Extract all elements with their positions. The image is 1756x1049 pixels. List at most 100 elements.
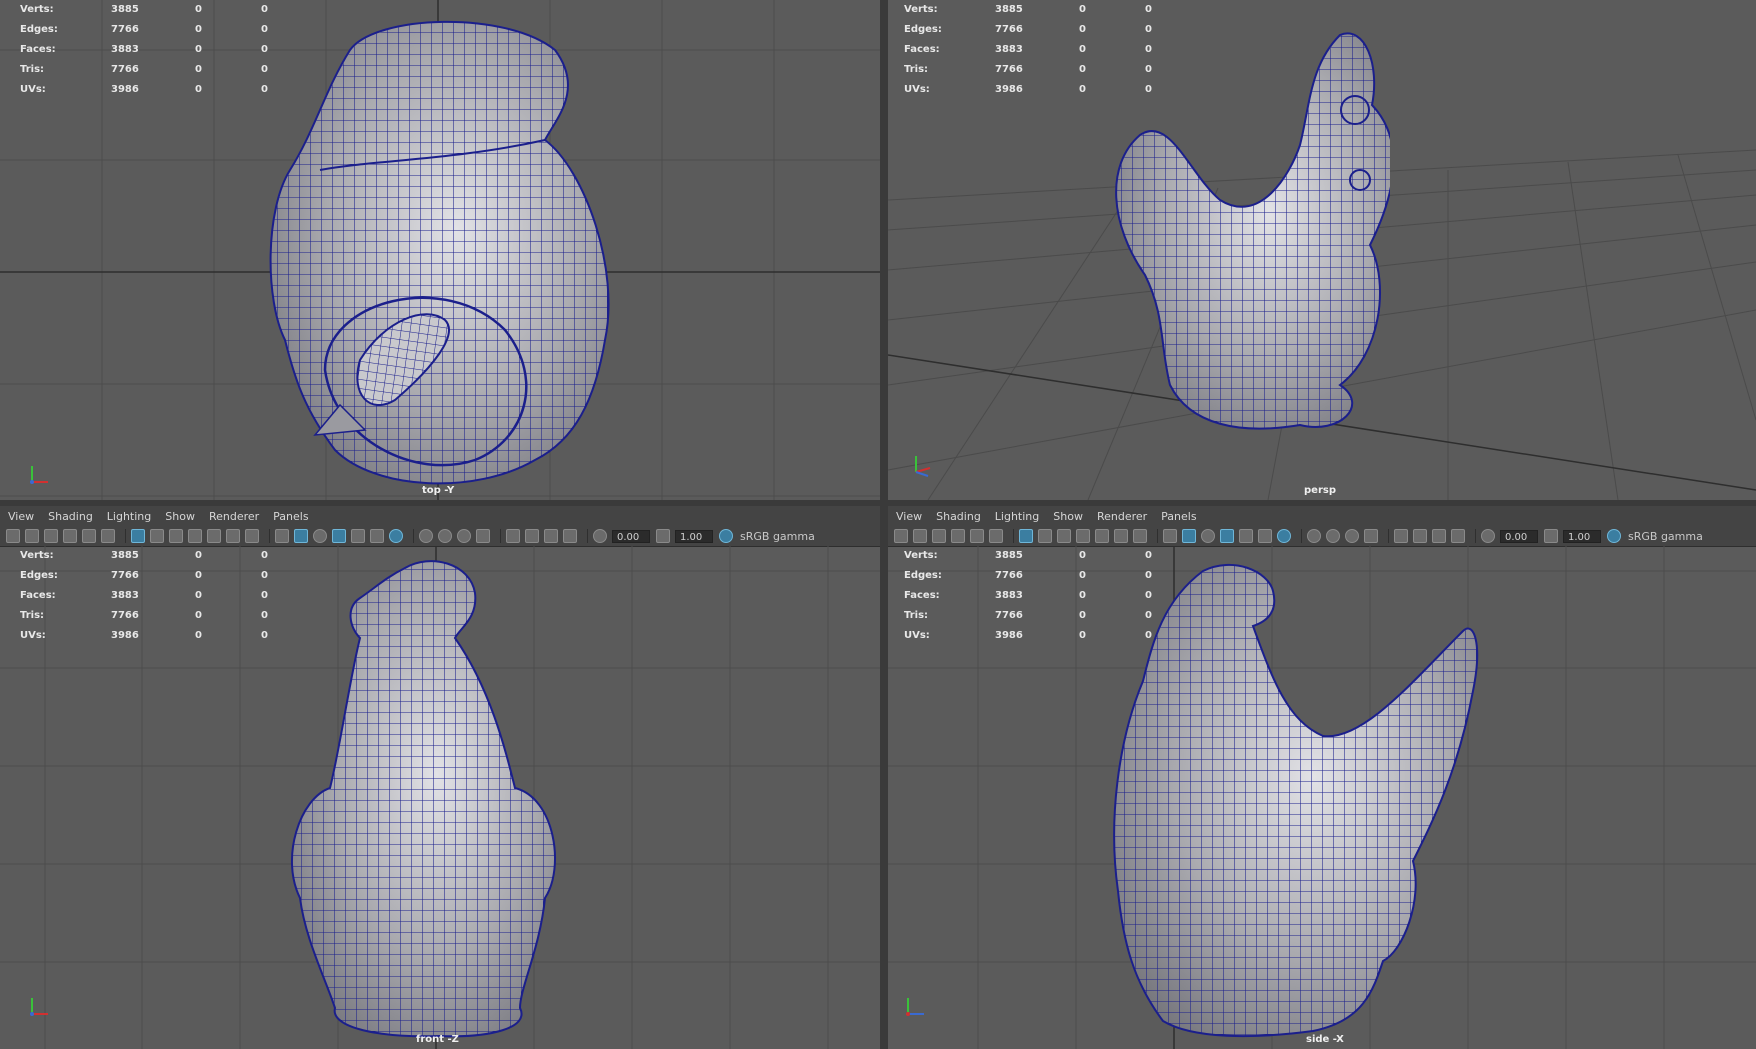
- menu-lighting[interactable]: Lighting: [107, 510, 151, 523]
- viewport-menubar: View Shading Lighting Show Renderer Pane…: [888, 506, 1756, 527]
- film-gate-icon[interactable]: [1038, 529, 1052, 543]
- viewport-front[interactable]: View Shading Lighting Show Renderer Pane…: [0, 506, 880, 1049]
- camera-attributes-icon[interactable]: [913, 529, 927, 543]
- color-space-dropdown[interactable]: sRGB gamma: [740, 530, 815, 543]
- wireframe-icon[interactable]: [1163, 529, 1177, 543]
- xray-joints-icon[interactable]: [1432, 529, 1446, 543]
- viewport-top[interactable]: Verts: 3885 0 0 Edges: 7766 0 0 Faces: 3883 0 0 T…: [0, 0, 880, 500]
- snapshot-icon[interactable]: [989, 529, 1003, 543]
- poly-count-hud: Verts: 3885 0 0 Edges: 7766 0 0 Faces: 3883 0 0 T…: [904, 4, 1152, 95]
- menu-lighting[interactable]: Lighting: [995, 510, 1039, 523]
- color-management-icon[interactable]: [719, 529, 733, 543]
- exposure-field[interactable]: 0.00: [612, 529, 650, 543]
- shadows-icon[interactable]: [389, 529, 403, 543]
- field-chart-icon[interactable]: [1095, 529, 1109, 543]
- camera-label: top -Y: [422, 485, 455, 496]
- axis-gizmo-icon: [915, 456, 931, 477]
- exposure-field[interactable]: 0.00: [1500, 529, 1538, 543]
- depth-of-field-icon[interactable]: [1364, 529, 1378, 543]
- wireframe-on-shaded-icon[interactable]: [332, 529, 346, 543]
- menu-panels[interactable]: Panels: [1161, 510, 1196, 523]
- film-gate-icon[interactable]: [150, 529, 164, 543]
- multisample-aa-icon[interactable]: [457, 529, 471, 543]
- textured-icon[interactable]: [351, 529, 365, 543]
- toolbar-divider: [1388, 529, 1389, 543]
- smooth-shade-icon[interactable]: [1182, 529, 1196, 543]
- use-all-lights-icon[interactable]: [370, 529, 384, 543]
- wireframe-icon[interactable]: [275, 529, 289, 543]
- screen-space-ao-icon[interactable]: [419, 529, 433, 543]
- camera-label: front -Z: [416, 1034, 459, 1045]
- gate-mask-icon[interactable]: [188, 529, 202, 543]
- toolbar-divider: [269, 529, 270, 543]
- motion-blur-icon[interactable]: [1326, 529, 1340, 543]
- color-management-icon[interactable]: [1607, 529, 1621, 543]
- grid-toggle-icon[interactable]: [131, 529, 145, 543]
- chicken-mesh-front[interactable]: [290, 558, 600, 1038]
- safe-title-icon[interactable]: [245, 529, 259, 543]
- default-material-icon[interactable]: [1201, 529, 1215, 543]
- menu-shading[interactable]: Shading: [936, 510, 981, 523]
- viewport-persp[interactable]: Verts: 3885 0 0 Edges: 7766 0 0 Faces: 3883 0 0 T…: [888, 0, 1756, 500]
- menu-show[interactable]: Show: [1053, 510, 1083, 523]
- safe-title-icon[interactable]: [1133, 529, 1147, 543]
- shadows-icon[interactable]: [1277, 529, 1291, 543]
- screen-space-ao-icon[interactable]: [1307, 529, 1321, 543]
- motion-blur-icon[interactable]: [438, 529, 452, 543]
- bookmark-icon[interactable]: [932, 529, 946, 543]
- menu-renderer[interactable]: Renderer: [209, 510, 259, 523]
- xray-joints-icon[interactable]: [544, 529, 558, 543]
- grid-toggle-icon[interactable]: [1019, 529, 1033, 543]
- xray-components-icon[interactable]: [563, 529, 577, 543]
- image-plane-icon[interactable]: [63, 529, 77, 543]
- smooth-shade-icon[interactable]: [294, 529, 308, 543]
- toolbar-divider: [1475, 529, 1476, 543]
- menu-shading[interactable]: Shading: [48, 510, 93, 523]
- toolbar-divider: [1013, 529, 1014, 543]
- toolbar-divider: [1301, 529, 1302, 543]
- select-camera-icon[interactable]: [6, 529, 20, 543]
- safe-action-icon[interactable]: [226, 529, 240, 543]
- viewport-side[interactable]: View Shading Lighting Show Renderer Pane…: [888, 506, 1756, 1049]
- isolate-select-icon[interactable]: [506, 529, 520, 543]
- axis-gizmo-icon: [30, 998, 48, 1016]
- image-plane-icon[interactable]: [951, 529, 965, 543]
- grease-pencil-icon[interactable]: [970, 529, 984, 543]
- menu-renderer[interactable]: Renderer: [1097, 510, 1147, 523]
- gate-mask-icon[interactable]: [1076, 529, 1090, 543]
- xray-components-icon[interactable]: [1451, 529, 1465, 543]
- camera-attributes-icon[interactable]: [25, 529, 39, 543]
- default-material-icon[interactable]: [313, 529, 327, 543]
- depth-of-field-icon[interactable]: [476, 529, 490, 543]
- menu-view[interactable]: View: [896, 510, 922, 523]
- field-chart-icon[interactable]: [207, 529, 221, 543]
- gamma-icon[interactable]: [656, 529, 670, 543]
- gamma-field[interactable]: 1.00: [675, 529, 713, 543]
- toolbar-divider: [500, 529, 501, 543]
- xray-icon[interactable]: [1413, 529, 1427, 543]
- isolate-select-icon[interactable]: [1394, 529, 1408, 543]
- exposure-icon[interactable]: [593, 529, 607, 543]
- xray-icon[interactable]: [525, 529, 539, 543]
- exposure-icon[interactable]: [1481, 529, 1495, 543]
- grease-pencil-icon[interactable]: [82, 529, 96, 543]
- gamma-icon[interactable]: [1544, 529, 1558, 543]
- resolution-gate-icon[interactable]: [169, 529, 183, 543]
- resolution-gate-icon[interactable]: [1057, 529, 1071, 543]
- menu-view[interactable]: View: [8, 510, 34, 523]
- select-camera-icon[interactable]: [894, 529, 908, 543]
- viewport-toolbar: 0.00 1.00 sRGB gamma: [0, 526, 880, 547]
- snapshot-icon[interactable]: [101, 529, 115, 543]
- multisample-aa-icon[interactable]: [1345, 529, 1359, 543]
- gamma-field[interactable]: 1.00: [1563, 529, 1601, 543]
- textured-icon[interactable]: [1239, 529, 1253, 543]
- color-space-dropdown[interactable]: sRGB gamma: [1628, 530, 1703, 543]
- chicken-mesh-side[interactable]: [1113, 561, 1533, 1041]
- wireframe-on-shaded-icon[interactable]: [1220, 529, 1234, 543]
- menu-show[interactable]: Show: [165, 510, 195, 523]
- use-all-lights-icon[interactable]: [1258, 529, 1272, 543]
- safe-action-icon[interactable]: [1114, 529, 1128, 543]
- chicken-mesh-top[interactable]: [255, 10, 625, 490]
- bookmark-icon[interactable]: [44, 529, 58, 543]
- menu-panels[interactable]: Panels: [273, 510, 308, 523]
